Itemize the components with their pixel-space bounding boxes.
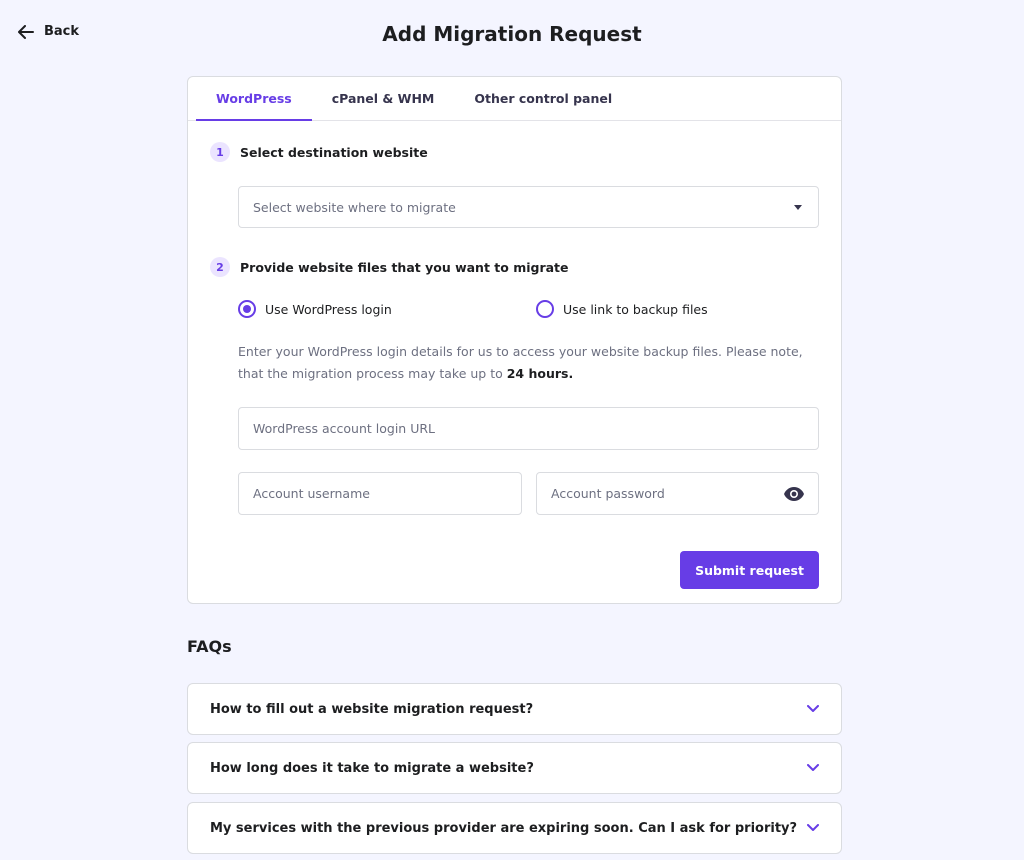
step-number-badge: 2	[210, 257, 230, 277]
step-1-label: Select destination website	[240, 144, 428, 160]
faq-question: How to fill out a website migration requ…	[210, 701, 534, 717]
tab-cpanel-whm[interactable]: cPanel & WHM	[312, 77, 455, 121]
faq-question: How long does it take to migrate a websi…	[210, 760, 534, 776]
faq-question: My services with the previous provider a…	[210, 820, 798, 836]
chevron-down-icon	[807, 824, 819, 831]
radio-use-backup-link[interactable]: Use link to backup files	[536, 300, 708, 318]
password-input[interactable]	[551, 486, 784, 501]
step-1-header: 1 Select destination website	[210, 142, 428, 162]
step-2-label: Provide website files that you want to m…	[240, 259, 569, 275]
step-2-header: 2 Provide website files that you want to…	[210, 257, 569, 277]
caret-down-icon	[794, 204, 802, 210]
radio-label: Use WordPress login	[265, 301, 392, 317]
faq-item[interactable]: How to fill out a website migration requ…	[187, 683, 842, 735]
tab-other-control-panel[interactable]: Other control panel	[454, 77, 632, 121]
tab-wordpress[interactable]: WordPress	[196, 77, 312, 121]
platform-tabs: WordPress cPanel & WHM Other control pan…	[188, 77, 841, 121]
select-placeholder: Select website where to migrate	[253, 199, 456, 215]
radio-label: Use link to backup files	[563, 301, 708, 317]
faqs-heading: FAQs	[187, 637, 232, 656]
faq-item[interactable]: How long does it take to migrate a websi…	[187, 742, 842, 794]
radio-use-wordpress-login[interactable]: Use WordPress login	[238, 300, 392, 318]
username-input[interactable]	[253, 486, 507, 501]
username-field[interactable]	[238, 472, 522, 515]
chevron-down-icon	[807, 764, 819, 771]
destination-website-select[interactable]: Select website where to migrate	[238, 186, 819, 228]
password-field[interactable]	[536, 472, 819, 515]
submit-request-button[interactable]: Submit request	[680, 551, 819, 589]
faq-item[interactable]: My services with the previous provider a…	[187, 802, 842, 854]
step-number-badge: 1	[210, 142, 230, 162]
radio-button[interactable]	[536, 300, 554, 318]
chevron-down-icon	[807, 705, 819, 712]
eye-icon[interactable]	[784, 486, 804, 501]
login-url-field[interactable]	[238, 407, 819, 450]
duration-highlight: 24 hours.	[506, 366, 574, 381]
login-url-input[interactable]	[253, 421, 804, 436]
login-details-description: Enter your WordPress login details for u…	[238, 344, 803, 381]
radio-button-selected[interactable]	[238, 300, 256, 318]
migration-form-card: WordPress cPanel & WHM Other control pan…	[187, 76, 842, 604]
page-title: Add Migration Request	[382, 22, 642, 46]
